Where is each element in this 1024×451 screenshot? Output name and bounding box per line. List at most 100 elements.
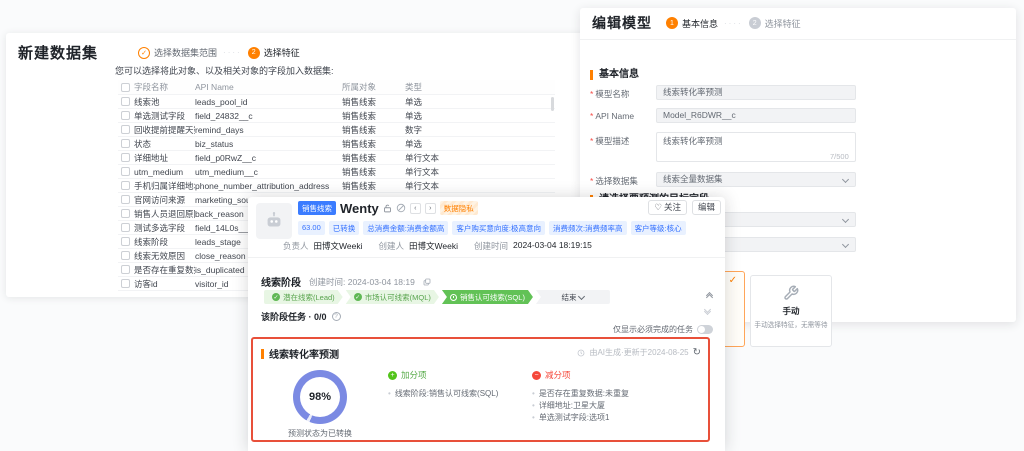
step-icon: 2 [749,17,761,29]
table-cell: 数字 [405,124,555,136]
info-label: 创建人 [378,240,404,252]
table-cell: 销售人员退回原因 [134,208,195,220]
column-header: 类型 [405,81,555,93]
heart-icon: ♡ [654,203,662,212]
cons-header: − 减分项 [532,369,629,381]
plus-circle-icon: + [388,371,397,380]
stage-chip-done[interactable]: ✓潜在线索(Lead) [264,290,343,304]
info-item: 负责人田博文Weeki [283,240,362,252]
row-checkbox[interactable] [121,209,130,218]
dataset-steps: ✓选择数据集范围····2选择特征 [138,46,300,59]
table-row[interactable]: 手机归属详细地址phone_number_attribution_address… [118,179,555,193]
selected-check-icon: ✓ [729,275,737,286]
table-row[interactable]: 线索池leads_pool_id销售线索单选 [118,95,555,109]
check-icon: ✓ [272,293,280,301]
table-cell: 单行文本 [405,180,555,192]
accent-bar [261,349,264,359]
table-cell: 销售线索 [342,110,405,122]
table-cell: field_p0RwZ__c [195,153,342,163]
model-desc-textarea[interactable]: 线索转化率预测 [656,132,856,162]
next-record-button[interactable]: › [425,203,436,214]
table-cell: 状态 [134,138,195,150]
score-tag: 客户等级:核心 [631,221,686,235]
dataset-select[interactable]: 线索全量数据集 [656,172,856,187]
row-checkbox[interactable] [121,223,130,232]
step-选择特征[interactable]: 2选择特征 [248,46,300,59]
stage-title: 线索阶段 [261,274,301,289]
chip-label: 潜在线索(Lead) [283,292,335,303]
table-row[interactable]: 状态biz_status销售线索单选 [118,137,555,151]
prev-record-button[interactable]: ‹ [410,203,421,214]
stage-chip-active[interactable]: 销售认可线索(SQL) [442,290,533,304]
info-label: 创建时间 [474,240,508,252]
minus-circle-icon: − [532,371,541,380]
follow-button[interactable]: ♡关注 [648,200,687,215]
table-cell: biz_status [195,139,342,149]
edit-button[interactable]: 编辑 [692,200,721,215]
table-row[interactable]: utm_mediumutm_medium__c销售线索单行文本 [118,165,555,179]
api-name-input[interactable]: Model_R6DWR__c [656,108,856,123]
header-checkbox[interactable] [121,83,130,92]
stage-chip-done[interactable]: ✓市场认可线索(MQL) [346,290,439,304]
model-name-row: *模型名称 线索转化率预测 [590,85,856,100]
row-checkbox[interactable] [121,97,130,106]
table-row[interactable]: 回收提前提醒天数remind_days销售线索数字 [118,123,555,137]
row-checkbox[interactable] [121,251,130,260]
table-cell: 单选 [405,110,555,122]
required-mark: * [590,111,593,121]
manual-card-desc: 手动选择特征，无需等待 [753,320,829,330]
refresh-icon[interactable]: ↻ [693,349,701,357]
table-scrollbar[interactable] [551,97,554,111]
row-checkbox[interactable] [121,279,130,288]
prediction-title: 线索转化率预测 [269,346,339,361]
chevron-down-icon [578,292,585,299]
model-desc-row: *模型描述 线索转化率预测 7/500 [590,132,856,162]
table-row[interactable]: 单选测试字段field_24832__c销售线索单选 [118,109,555,123]
stage-chip-end[interactable]: 结束 [536,290,610,304]
info-item: 创建人田博文Weeki [378,240,457,252]
table-cell: 访客id [134,278,195,290]
help-icon[interactable]: ? [332,312,341,321]
row-checkbox[interactable] [121,125,130,134]
row-checkbox[interactable] [121,153,130,162]
table-cell: 线索阶段 [134,236,195,248]
row-checkbox[interactable] [121,237,130,246]
score-tags-row: 63.00已转换总消费金额:消费金额高客户购买意向度:极高意向消费频次:消费频率… [298,221,686,235]
gauge-caption: 预测状态为已转换 [260,428,380,439]
model-name-input[interactable]: 线索转化率预测 [656,85,856,100]
clock-icon [577,349,585,357]
score-tag: 已转换 [329,221,360,235]
step-选择特征[interactable]: 2选择特征 [749,17,801,30]
no-disturb-icon[interactable] [396,203,406,213]
row-checkbox[interactable] [121,265,130,274]
table-row[interactable]: 详细地址field_p0RwZ__c销售线索单行文本 [118,151,555,165]
lead-title-row: 销售线索 Wenty ‹ › 数据隐私 [298,201,478,215]
info-value: 田博文Weeki [409,240,458,252]
char-counter: 7/500 [830,152,849,161]
stage-section-header: 线索阶段 创建时间: 2024-03-04 18:19 [261,274,431,289]
row-checkbox[interactable] [121,167,130,176]
row-checkbox[interactable] [121,181,130,190]
chip-label: 结束 [561,292,576,303]
collapse-up-icon[interactable] [707,293,712,297]
collapse-down-icon[interactable] [705,307,710,311]
step-基本信息[interactable]: 1基本信息 [666,17,718,30]
copy-icon[interactable] [423,278,431,286]
lead-detail-panel: 销售线索 Wenty ‹ › 数据隐私 ♡关注 编辑 63.00已转换总消费金额… [248,197,725,451]
table-cell: 单选 [405,138,555,150]
row-checkbox[interactable] [121,195,130,204]
feature-mode-card-manual[interactable]: 手动 手动选择特征，无需等待 [750,275,832,347]
step-选择数据集范围[interactable]: ✓选择数据集范围 [138,46,217,59]
lock-icon[interactable] [383,204,392,213]
chip-label: 销售认可线索(SQL) [460,292,525,303]
table-header-row: 字段名称API Name所属对象类型 [118,80,555,95]
table-cell: 单选 [405,96,555,108]
table-cell: 详细地址 [134,152,195,164]
required-tasks-toggle[interactable] [697,325,713,334]
chevron-down-icon [842,176,849,183]
column-header: 所属对象 [342,81,405,93]
toggle-knob [698,326,705,333]
row-checkbox[interactable] [121,139,130,148]
step-icon: 1 [666,17,678,29]
row-checkbox[interactable] [121,111,130,120]
